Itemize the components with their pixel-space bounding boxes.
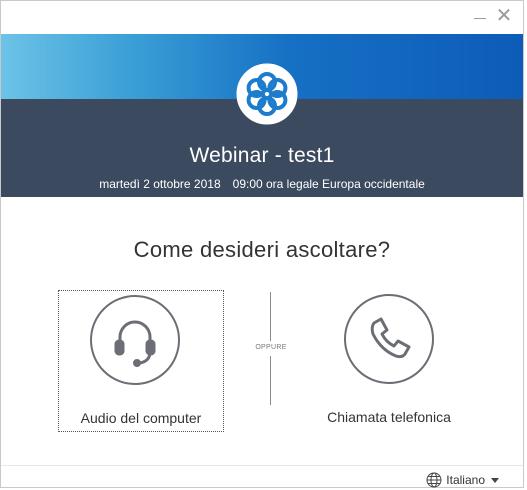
minimize-button[interactable]: [469, 5, 491, 27]
phone-call-label: Chiamata telefonica: [327, 409, 451, 425]
footer-divider: [1, 465, 523, 466]
language-selector[interactable]: Italiano: [426, 471, 499, 489]
phone-icon: [370, 317, 411, 359]
headset-icon: [114, 320, 156, 367]
phone-call-option[interactable]: Chiamata telefonica: [306, 290, 472, 432]
title-bar: ✕: [1, 1, 523, 34]
phone-call-circle: [344, 294, 434, 384]
computer-audio-label: Audio del computer: [80, 410, 202, 426]
minimize-icon: [474, 18, 486, 19]
meeting-date: martedì 2 ottobre 2018: [99, 177, 221, 191]
or-separator: OPPURE: [255, 344, 287, 351]
audio-question: Come desideri ascoltare?: [133, 237, 391, 262]
globe-icon: [426, 472, 442, 488]
computer-audio-option[interactable]: Audio del computer: [58, 290, 224, 432]
meeting-time: 09:00 ora legale Europa occidentale: [232, 177, 425, 191]
meeting-title: Webinar - test1: [189, 144, 335, 167]
divider-bottom: [270, 356, 271, 405]
close-icon: ✕: [495, 5, 513, 27]
computer-audio-circle: [90, 295, 180, 385]
app-logo: [236, 63, 298, 125]
language-label: Italiano: [446, 473, 485, 487]
app-window: ✕ Webinar - test1 martedì 2 ottobre 2018…: [0, 0, 524, 488]
chevron-down-icon: [491, 477, 499, 483]
close-button[interactable]: ✕: [493, 5, 515, 27]
meeting-datetime: martedì 2 ottobre 2018 09:00 ora legale E…: [1, 177, 523, 191]
divider-top: [270, 292, 271, 341]
